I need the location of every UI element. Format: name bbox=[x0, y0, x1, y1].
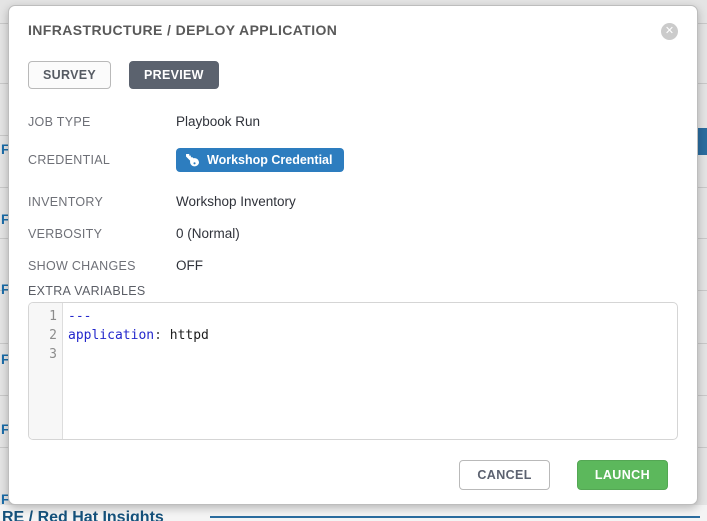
tab-survey[interactable]: SURVEY bbox=[28, 61, 111, 89]
credential-badge[interactable]: Workshop Credential bbox=[176, 148, 344, 172]
line-number: 3 bbox=[29, 345, 57, 364]
line-number: 1 bbox=[29, 307, 57, 326]
detail-row-credential: CREDENTIAL Workshop Credential bbox=[28, 148, 678, 172]
inventory-label: INVENTORY bbox=[28, 195, 176, 209]
background-blue-block bbox=[697, 128, 707, 155]
extra-variables-editor: 1 2 3 --- application: httpd bbox=[28, 302, 678, 440]
modal-header: INFRASTRUCTURE / DEPLOY APPLICATION ✕ bbox=[28, 22, 678, 40]
background-bottom-strip: RE / Red Hat Insights bbox=[0, 505, 707, 521]
detail-row-job-type: JOB TYPE Playbook Run bbox=[28, 113, 678, 130]
detail-row-inventory: INVENTORY Workshop Inventory bbox=[28, 193, 678, 210]
code-line-1: --- bbox=[68, 307, 677, 326]
detail-row-show-changes: SHOW CHANGES OFF bbox=[28, 257, 678, 274]
credential-label: CREDENTIAL bbox=[28, 153, 176, 167]
job-type-value: Playbook Run bbox=[176, 114, 260, 129]
yaml-value: httpd bbox=[170, 328, 209, 343]
code-line-3 bbox=[68, 345, 677, 364]
line-number: 2 bbox=[29, 326, 57, 345]
show-changes-label: SHOW CHANGES bbox=[28, 259, 176, 273]
editor-line-numbers: 1 2 3 bbox=[29, 303, 63, 439]
detail-row-verbosity: VERBOSITY 0 (Normal) bbox=[28, 225, 678, 242]
inventory-value: Workshop Inventory bbox=[176, 194, 296, 209]
background-bottom-heading: RE / Red Hat Insights bbox=[2, 509, 164, 521]
show-changes-value: OFF bbox=[176, 258, 203, 273]
close-icon[interactable]: ✕ bbox=[661, 23, 678, 40]
code-line-2: application: httpd bbox=[68, 326, 677, 345]
launch-button[interactable]: LAUNCH bbox=[577, 460, 668, 490]
job-details: JOB TYPE Playbook Run CREDENTIAL Worksho… bbox=[28, 113, 678, 274]
extra-variables-label: EXTRA VARIABLES bbox=[28, 284, 678, 298]
key-icon bbox=[186, 154, 199, 167]
job-type-label: JOB TYPE bbox=[28, 115, 176, 129]
verbosity-value: 0 (Normal) bbox=[176, 226, 240, 241]
yaml-key: application bbox=[68, 328, 154, 343]
modal-footer: CANCEL LAUNCH bbox=[459, 460, 668, 490]
tab-preview[interactable]: PREVIEW bbox=[129, 61, 219, 89]
deploy-application-modal: INFRASTRUCTURE / DEPLOY APPLICATION ✕ SU… bbox=[8, 5, 698, 505]
tab-row: SURVEY PREVIEW bbox=[28, 61, 678, 89]
editor-code-area[interactable]: --- application: httpd bbox=[63, 303, 677, 439]
verbosity-label: VERBOSITY bbox=[28, 227, 176, 241]
cancel-button[interactable]: CANCEL bbox=[459, 460, 549, 490]
modal-title: INFRASTRUCTURE / DEPLOY APPLICATION bbox=[28, 22, 337, 38]
credential-badge-label: Workshop Credential bbox=[207, 153, 332, 167]
background-bottom-rule bbox=[210, 516, 700, 518]
yaml-doc-start: --- bbox=[68, 309, 91, 324]
yaml-colon: : bbox=[154, 328, 170, 343]
